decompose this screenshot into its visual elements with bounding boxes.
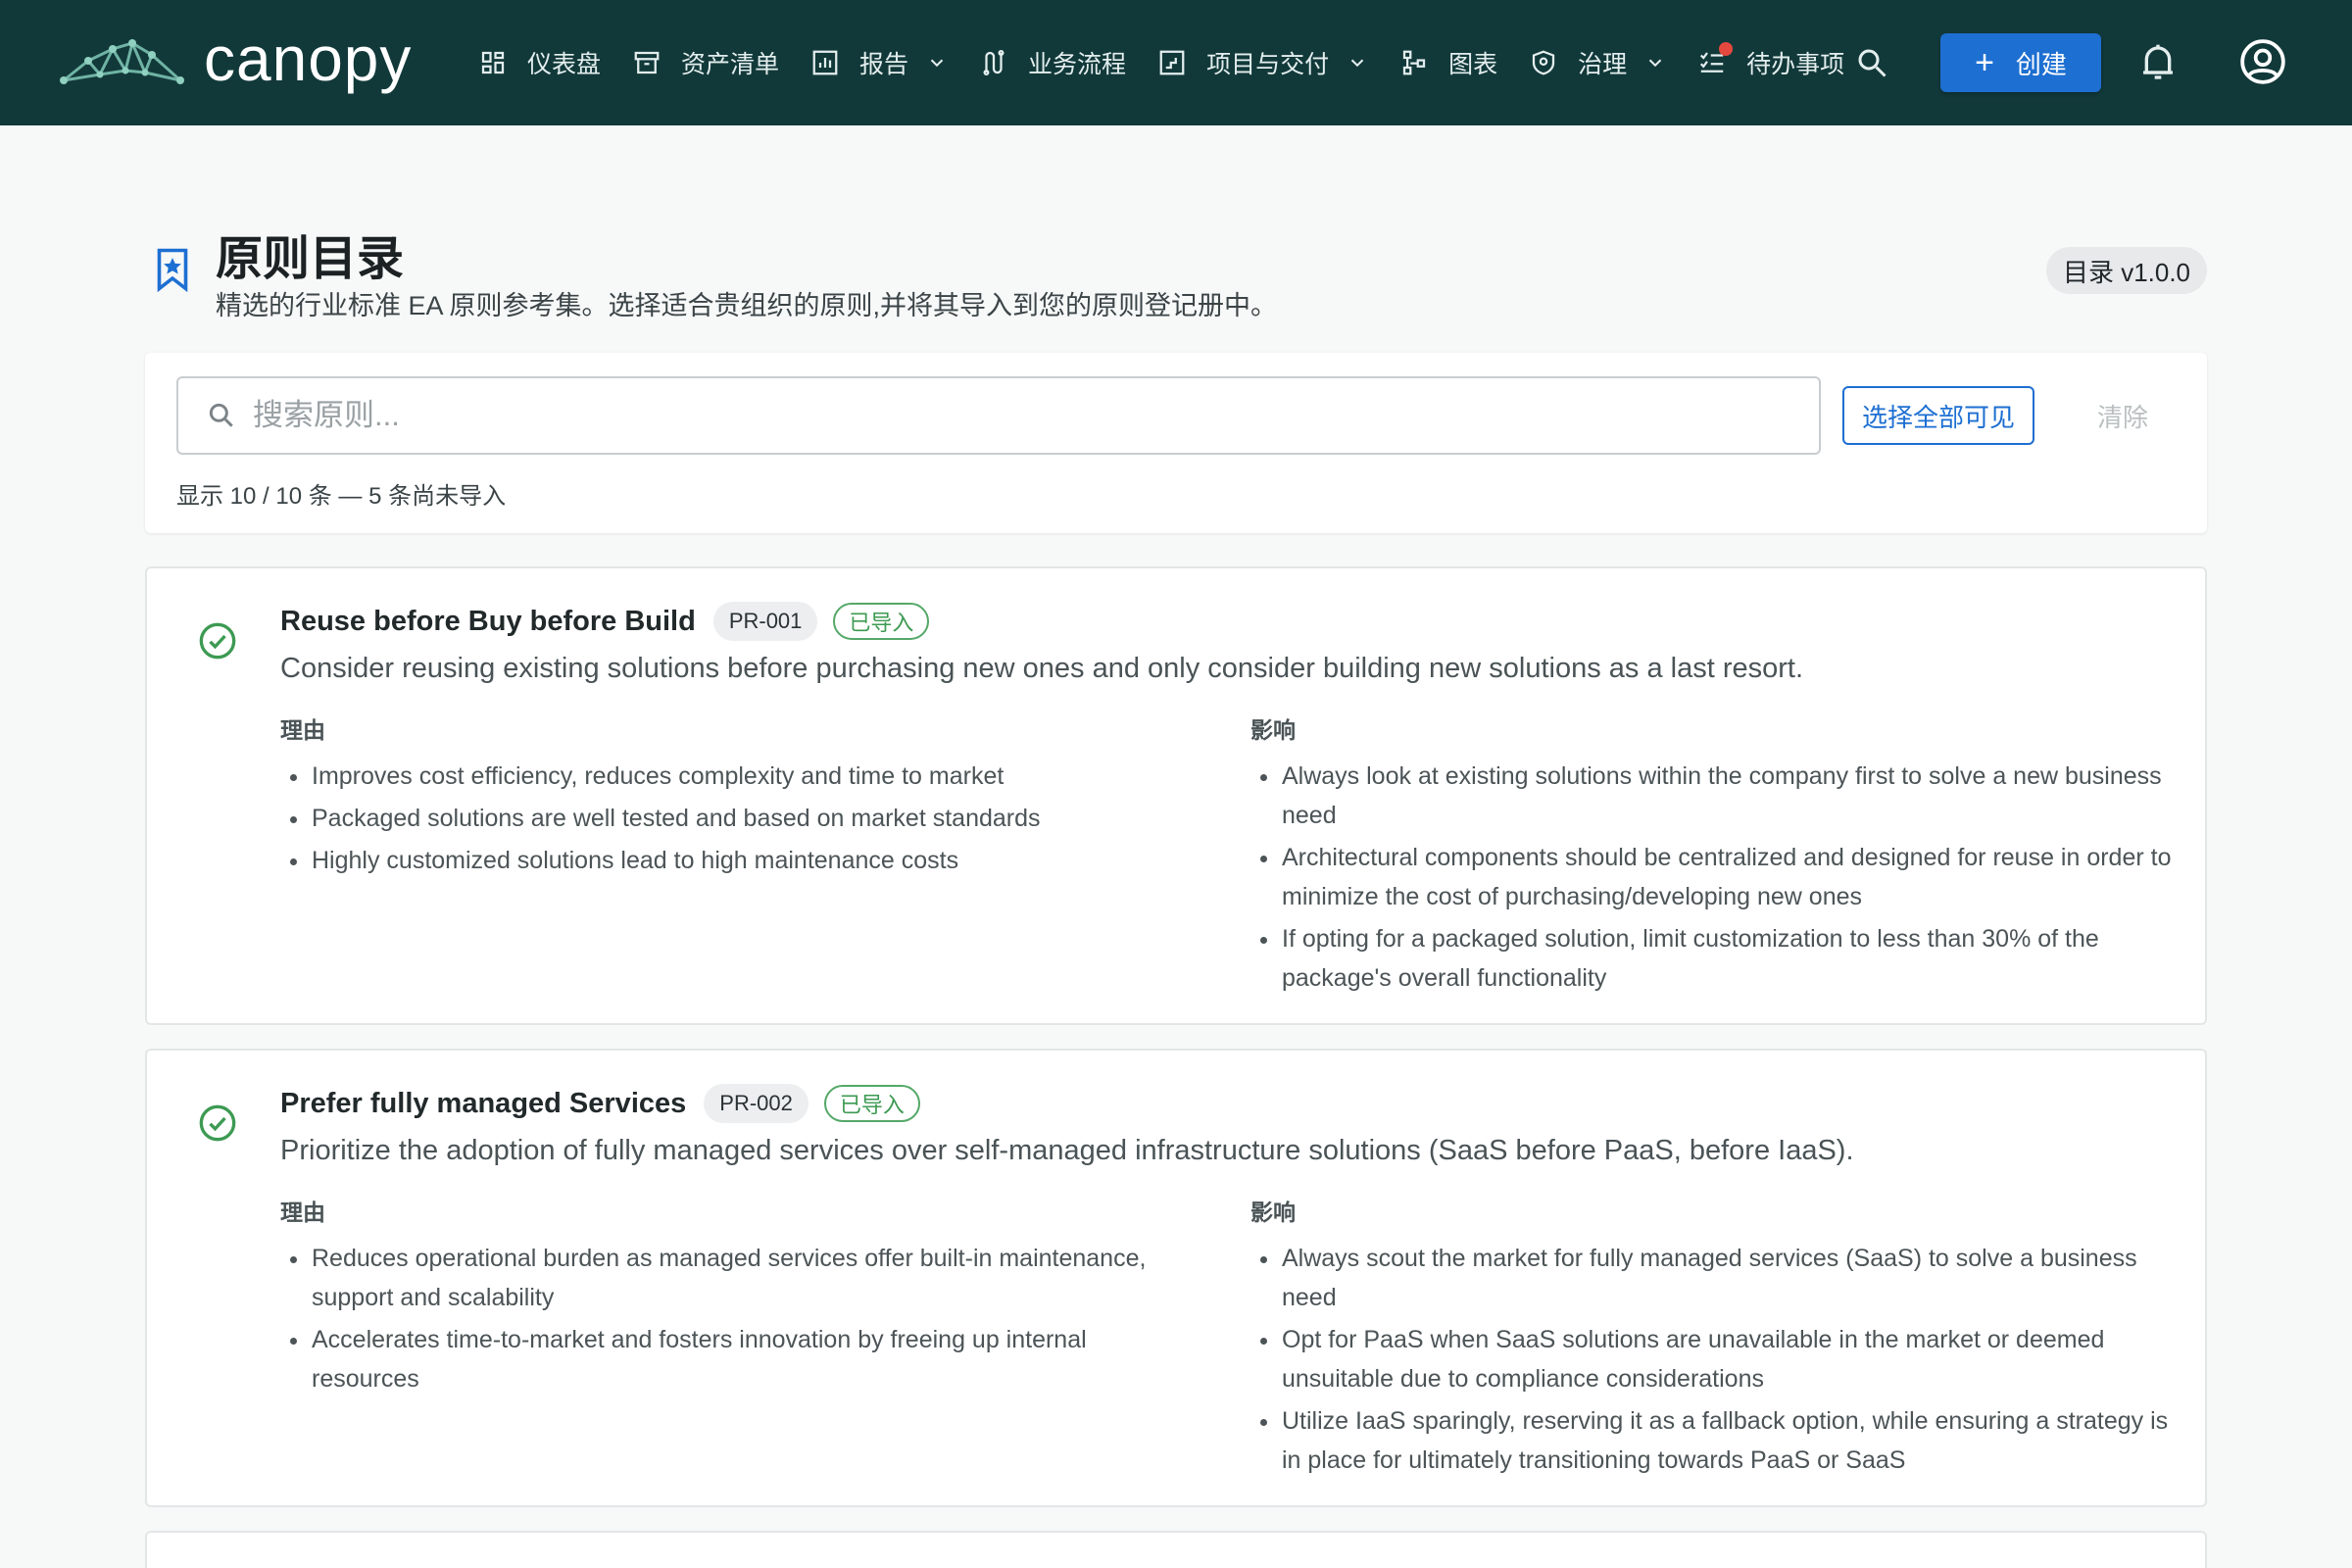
principle-card[interactable]: [145, 1531, 2207, 1568]
rationale-item: Accelerates time-to-market and fosters i…: [280, 1320, 1192, 1398]
principle-header: Prefer fully managed Services PR-002 已导入: [280, 1084, 920, 1123]
nav-item-inventory[interactable]: 资产清单: [632, 0, 779, 125]
imported-status-badge: 已导入: [833, 603, 930, 640]
principle-id-badge: PR-001: [712, 602, 818, 641]
check-circle-icon: [198, 621, 237, 661]
nav-label: 项目与交付: [1206, 51, 1330, 78]
implications-list: Always look at existing solutions within…: [1250, 757, 2172, 998]
search-icon: [1858, 49, 1886, 77]
implications-label: 影响: [1250, 717, 1296, 743]
chevron-down-icon: [926, 52, 948, 74]
chevron-down-icon: [1347, 52, 1368, 74]
nav-item-governance[interactable]: 治理: [1529, 0, 1666, 125]
search-field[interactable]: [176, 376, 1821, 455]
create-button[interactable]: + 创建: [1940, 33, 2101, 92]
rationale-list: Reduces operational burden as managed se…: [280, 1239, 1192, 1398]
nav-item-business-processes[interactable]: 业务流程: [979, 0, 1126, 125]
implication-item: Always scout the market for fully manage…: [1250, 1239, 2172, 1317]
diagram-icon: [1399, 48, 1429, 77]
canopy-logo-icon: [60, 38, 184, 84]
implications-section: 影响 Always look at existing solutions wit…: [1250, 711, 2172, 1001]
page-title: 原则目录: [216, 233, 405, 285]
clear-button[interactable]: 清除: [2064, 386, 2181, 445]
chevron-down-icon: [1644, 52, 1666, 74]
principle-description: Prioritize the adoption of fully managed…: [280, 1135, 1854, 1166]
rationale-label: 理由: [280, 1200, 325, 1225]
implication-item: Opt for PaaS when SaaS solutions are una…: [1250, 1320, 2172, 1398]
principle-header: Reuse before Buy before Build PR-001 已导入: [280, 602, 930, 641]
shield-icon: [1529, 48, 1558, 77]
plus-icon: +: [1975, 44, 1994, 81]
check-circle-icon: [198, 1103, 237, 1143]
rationale-section: 理由 Reduces operational burden as managed…: [280, 1194, 1192, 1401]
principle-card[interactable]: Prefer fully managed Services PR-002 已导入…: [145, 1049, 2207, 1507]
rationale-item: Reduces operational burden as managed se…: [280, 1239, 1192, 1317]
search-icon: [206, 400, 237, 431]
brand-name: canopy: [204, 24, 413, 94]
principle-id-badge: PR-002: [704, 1084, 808, 1123]
rationale-item: Highly customized solutions lead to high…: [280, 841, 1192, 880]
rationale-section: 理由 Improves cost efficiency, reduces com…: [280, 711, 1192, 883]
implications-list: Always scout the market for fully manage…: [1250, 1239, 2172, 1480]
global-search-button[interactable]: [1852, 43, 1891, 82]
archive-icon: [632, 48, 662, 77]
select-all-visible-button[interactable]: 选择全部可见: [1842, 386, 2034, 445]
process-route-icon: [979, 48, 1008, 77]
nav-label: 资产清单: [681, 51, 780, 78]
nav-label: 业务流程: [1028, 51, 1127, 78]
nav-item-todos[interactable]: 待办事项: [1697, 0, 1844, 125]
rationale-item: Improves cost efficiency, reduces comple…: [280, 757, 1192, 796]
top-navigation-bar: canopy 仪表盘 资产清单 报告 业务流程 项目与交付 图表 治理 待办事项…: [0, 0, 2352, 125]
create-button-label: 创建: [2015, 49, 2067, 79]
result-count: 显示 10 / 10 条 — 5 条尚未导入: [176, 483, 507, 510]
user-avatar-icon: [2240, 39, 2285, 84]
nav-item-projects[interactable]: 项目与交付: [1157, 0, 1368, 125]
principle-card[interactable]: Reuse before Buy before Build PR-001 已导入…: [145, 566, 2207, 1025]
principle-title: Reuse before Buy before Build: [280, 605, 696, 637]
nav-label: 治理: [1578, 51, 1628, 78]
rationale-list: Improves cost efficiency, reduces comple…: [280, 757, 1192, 880]
implication-item: Always look at existing solutions within…: [1250, 757, 2172, 835]
implication-item: If opting for a packaged solution, limit…: [1250, 919, 2172, 998]
notification-dot: [1719, 42, 1734, 56]
implications-section: 影响 Always scout the market for fully man…: [1250, 1194, 2172, 1483]
nav-item-diagrams[interactable]: 图表: [1399, 0, 1497, 125]
report-chart-icon: [810, 48, 840, 77]
catalog-version-badge: 目录 v1.0.0: [2046, 247, 2207, 294]
main-nav: 仪表盘 资产清单 报告 业务流程 项目与交付 图表 治理 待办事项: [478, 0, 1876, 125]
imported-status-badge: 已导入: [823, 1085, 920, 1122]
nav-item-reports[interactable]: 报告: [810, 0, 948, 125]
nav-label: 图表: [1448, 51, 1498, 78]
page-subtitle: 精选的行业标准 EA 原则参考集。选择适合贵组织的原则,并将其导入到您的原则登记…: [216, 291, 1278, 320]
principle-description: Consider reusing existing solutions befo…: [280, 653, 1804, 684]
bookmark-star-icon: [155, 247, 190, 293]
rationale-item: Packaged solutions are well tested and b…: [280, 799, 1192, 838]
project-icon: [1157, 48, 1187, 77]
nav-label: 仪表盘: [527, 51, 602, 78]
dashboard-icon: [478, 48, 508, 77]
rationale-label: 理由: [280, 717, 325, 743]
account-button[interactable]: [2238, 37, 2287, 86]
implication-item: Architectural components should be centr…: [1250, 838, 2172, 916]
notifications-button[interactable]: [2136, 39, 2180, 86]
checklist-icon: [1697, 42, 1734, 77]
search-panel: 选择全部可见 清除 显示 10 / 10 条 — 5 条尚未导入: [145, 353, 2207, 533]
implication-item: Utilize IaaS sparingly, reserving it as …: [1250, 1401, 2172, 1480]
bell-icon: [2143, 44, 2173, 79]
nav-label: 待办事项: [1746, 51, 1845, 78]
principle-title: Prefer fully managed Services: [280, 1087, 687, 1119]
implications-label: 影响: [1250, 1200, 1296, 1225]
search-input[interactable]: [253, 398, 1782, 433]
nav-label: 报告: [859, 51, 909, 78]
brand-logo[interactable]: canopy: [59, 24, 413, 96]
nav-item-dashboard[interactable]: 仪表盘: [478, 0, 601, 125]
